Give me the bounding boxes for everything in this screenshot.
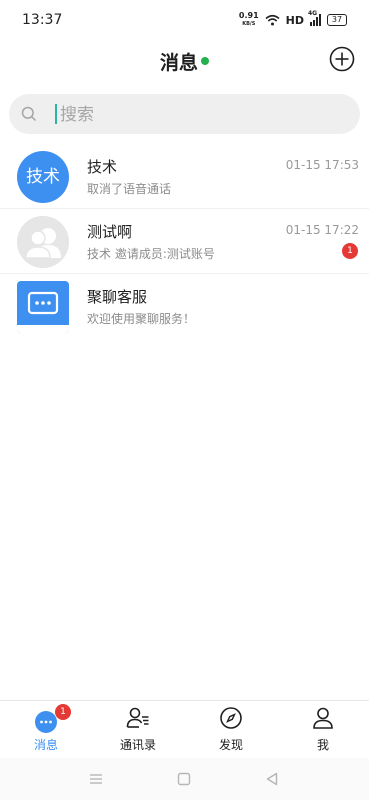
tab-contacts[interactable]: 通讯录 xyxy=(92,701,184,759)
text-cursor xyxy=(55,104,57,124)
customer-service-avatar-icon xyxy=(17,281,69,333)
conversation-name: 聚聊客服 xyxy=(87,288,148,306)
battery-level: 37 xyxy=(331,15,343,24)
network-speed-unit: KB/S xyxy=(242,21,256,27)
compass-icon xyxy=(220,707,242,729)
home-icon[interactable] xyxy=(175,770,193,788)
status-indicators: 0.91 KB/S HD 4G 37 xyxy=(239,10,347,29)
conversation-name: 技术 xyxy=(87,158,118,176)
tab-me[interactable]: 我 xyxy=(277,701,369,759)
conversation-last-message: 取消了语音通话 xyxy=(87,182,172,196)
wifi-icon xyxy=(265,14,280,26)
network-speed: 0.91 KB/S xyxy=(239,12,259,28)
status-time: 13:37 xyxy=(22,12,63,28)
conversation-item[interactable]: 聚聊客服 欢迎使用聚聊服务！ xyxy=(0,274,369,338)
conversation-item[interactable]: 测试啊 技术 邀请成员:测试账号 01-15 17:22 1 xyxy=(0,209,369,274)
conversation-list: 技术 技术 取消了语音通话 01-15 17:53 测试啊 技术 邀请成员:测试… xyxy=(0,144,369,338)
status-bar: 13:37 0.91 KB/S HD 4G 37 xyxy=(0,0,369,44)
conversation-time: 01-15 17:53 xyxy=(285,158,359,172)
back-icon[interactable] xyxy=(263,770,281,788)
system-nav-bar xyxy=(0,758,369,800)
conversation-last-message: 欢迎使用聚聊服务！ xyxy=(87,312,196,326)
search-input[interactable] xyxy=(58,99,342,131)
cell-signal-icon: 4G xyxy=(308,10,321,26)
search-icon xyxy=(21,106,37,122)
tab-label: 发现 xyxy=(218,738,243,752)
tab-discover[interactable]: 发现 xyxy=(185,701,277,759)
network-speed-value: 0.91 xyxy=(238,11,259,20)
tab-unread-badge: 1 xyxy=(55,704,71,720)
battery-icon: 37 xyxy=(327,14,347,26)
person-icon xyxy=(313,707,333,729)
header: 消息 xyxy=(0,42,369,78)
tab-label: 消息 xyxy=(33,738,58,752)
tab-label: 我 xyxy=(316,738,329,752)
page-title: 消息 xyxy=(0,48,369,75)
tab-messages[interactable]: 1 消息 xyxy=(0,701,92,759)
page-title-text: 消息 xyxy=(159,52,198,74)
bottom-tab-bar: 1 消息 通讯录 发现 我 xyxy=(0,700,369,759)
online-status-dot xyxy=(201,57,209,65)
tab-label: 通讯录 xyxy=(119,738,156,752)
network-type-label: 4G xyxy=(308,10,318,17)
avatar: 技术 xyxy=(17,151,69,203)
add-button[interactable] xyxy=(329,46,355,72)
hd-label: HD xyxy=(285,13,304,27)
search-bar[interactable] xyxy=(9,94,360,134)
group-avatar-icon xyxy=(17,216,69,268)
menu-icon[interactable] xyxy=(87,770,105,788)
conversation-time: 01-15 17:22 xyxy=(285,223,359,237)
contacts-icon xyxy=(126,707,149,728)
conversation-last-message: 技术 邀请成员:测试账号 xyxy=(87,247,215,261)
conversation-item[interactable]: 技术 技术 取消了语音通话 01-15 17:53 xyxy=(0,144,369,209)
conversation-name: 测试啊 xyxy=(87,223,133,241)
messages-screen: 13:37 0.91 KB/S HD 4G 37 消息 搜索 技术 技术 取消了… xyxy=(0,0,369,800)
unread-badge: 1 xyxy=(342,243,358,259)
avatar-text: 技术 xyxy=(17,151,69,203)
